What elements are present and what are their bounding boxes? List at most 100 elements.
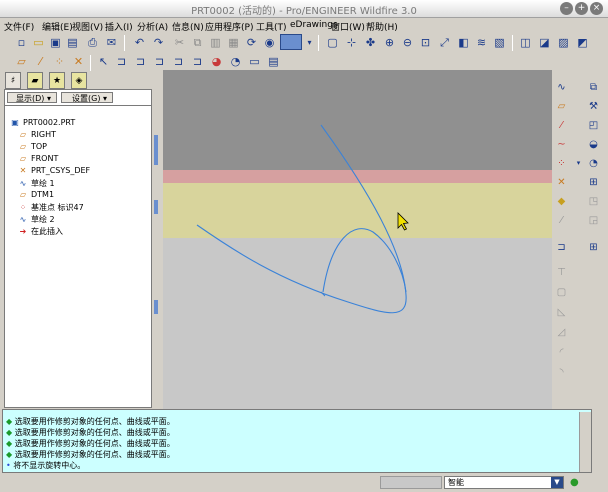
datum-plane-icon: ▱ xyxy=(19,130,27,139)
cut-icon[interactable]: ✂ xyxy=(172,35,187,50)
offset-tool-icon[interactable]: ◳ xyxy=(586,194,601,209)
hidden-line-icon[interactable]: ◪ xyxy=(537,35,552,50)
maximize-button[interactable]: + xyxy=(575,2,588,15)
datum-axis-tool-icon[interactable]: ⁄ xyxy=(554,118,569,133)
wireframe-icon[interactable]: ◫ xyxy=(518,35,533,50)
copy-icon[interactable]: ⧉ xyxy=(190,35,205,50)
regenerate-icon[interactable]: ⟳ xyxy=(244,35,259,50)
chamfer-tool-icon[interactable]: ◝ xyxy=(554,365,569,380)
chevron-down-icon[interactable]: ▾ xyxy=(302,35,317,50)
tree-item-datum-point[interactable]: ⁘ 基准点 标识47 xyxy=(17,202,84,213)
navigator-sash[interactable] xyxy=(152,70,162,410)
datum-plane-display-icon[interactable]: ▱ xyxy=(14,54,29,69)
new-icon[interactable]: ▫ xyxy=(14,35,29,50)
rib-tool-icon[interactable]: ◺ xyxy=(554,305,569,320)
model-tree-tab[interactable]: ♯ xyxy=(5,72,21,89)
tree-item-sketch-2[interactable]: ∿ 草绘 2 xyxy=(17,214,55,225)
copy-tool-icon[interactable]: ⧉ xyxy=(586,80,601,95)
folder-browser-tab[interactable]: ▰ xyxy=(27,72,43,89)
layers-icon[interactable]: ≋ xyxy=(474,35,489,50)
tree-item-dtm1[interactable]: ▱ DTM1 xyxy=(17,190,54,199)
close-button[interactable]: × xyxy=(590,2,603,15)
tree-item-insert-here[interactable]: ➔ 在此插入 xyxy=(17,226,63,237)
orient-mode-icon[interactable]: ✤ xyxy=(363,35,378,50)
tree-item-top[interactable]: ▱ TOP xyxy=(17,142,47,151)
mirror-tool-icon[interactable]: ⚒ xyxy=(586,99,601,114)
view-manager-icon[interactable]: ▧ xyxy=(492,35,507,50)
intersect-tool-icon[interactable]: ◔ xyxy=(586,156,601,171)
save-icon[interactable]: ▣ xyxy=(48,35,63,50)
shell-tool-icon[interactable]: ▢ xyxy=(554,285,569,300)
scene-icon[interactable]: ▭ xyxy=(247,54,262,69)
model-tree-settings-icon[interactable]: ⊐ xyxy=(114,54,129,69)
tree-item-csys[interactable]: ✕ PRT_CSYS_DEF xyxy=(17,166,91,175)
shading-icon[interactable]: ◩ xyxy=(575,35,590,50)
sketch-arc[interactable] xyxy=(322,228,407,293)
datum-axis-display-icon[interactable]: ⁄ xyxy=(33,54,48,69)
trim-icon[interactable]: ⊐ xyxy=(171,54,186,69)
draft-tool-icon[interactable]: ◿ xyxy=(554,325,569,340)
selection-filter-button[interactable] xyxy=(280,34,302,50)
render-icon[interactable]: ◔ xyxy=(228,54,243,69)
favorites-tab[interactable]: ★ xyxy=(49,72,65,89)
project-tool-icon[interactable]: ⊞ xyxy=(586,175,601,190)
csys-display-icon[interactable]: ✕ xyxy=(71,54,86,69)
send-mail-icon[interactable]: ✉ xyxy=(104,35,119,50)
round-tool-icon[interactable]: ◜ xyxy=(554,345,569,360)
tree-item-sketch-1[interactable]: ∿ 草绘 1 xyxy=(17,178,55,189)
graphics-window[interactable] xyxy=(163,70,552,410)
settings-dropdown[interactable]: 设置(G) ▾ xyxy=(61,92,113,103)
tree-item-right[interactable]: ▱ RIGHT xyxy=(17,130,56,139)
print-icon[interactable]: ⎙ xyxy=(85,35,100,50)
repaint-icon[interactable]: ▢ xyxy=(325,35,340,50)
sketch-icon[interactable]: ⊐ xyxy=(133,54,148,69)
sketched-curve-tool-icon[interactable]: ∼ xyxy=(554,137,569,152)
toolbar-separator xyxy=(318,35,319,51)
zoom-in-icon[interactable]: ⊕ xyxy=(382,35,397,50)
trim-tool-icon[interactable]: ◒ xyxy=(586,137,601,152)
insert-arrow-icon: ➔ xyxy=(19,227,27,236)
prompt-icon: ◆ xyxy=(6,417,13,426)
sketch-tool-icon[interactable]: ⊐ xyxy=(554,240,569,255)
tree-item-front[interactable]: ▱ FRONT xyxy=(17,154,58,163)
reorient-icon[interactable]: ⤢ xyxy=(437,35,452,50)
extend-icon[interactable]: ⊐ xyxy=(190,54,205,69)
find-icon[interactable]: ◉ xyxy=(262,35,277,50)
traffic-light-icon[interactable]: ● xyxy=(570,476,582,489)
save-copy-icon[interactable]: ▤ xyxy=(65,35,80,50)
chevron-down-icon[interactable]: ▾ xyxy=(571,156,586,171)
hole-tool-icon[interactable]: ⊤ xyxy=(554,265,569,280)
message-scrollbar[interactable] xyxy=(579,412,591,472)
appearance-icon[interactable]: ◕ xyxy=(209,54,224,69)
saved-views-icon[interactable]: ◧ xyxy=(456,35,471,50)
no-hidden-icon[interactable]: ▨ xyxy=(556,35,571,50)
spin-center-icon[interactable]: ⊹ xyxy=(344,35,359,50)
zoom-out-icon[interactable]: ⊖ xyxy=(400,35,415,50)
datum-point-icon: ⁘ xyxy=(19,203,27,212)
chevron-down-icon[interactable]: ▼ xyxy=(551,477,563,488)
undo-icon[interactable]: ↶ xyxy=(132,35,147,50)
open-icon[interactable]: ▭ xyxy=(31,35,46,50)
minimize-button[interactable]: – xyxy=(560,2,573,15)
tree-item-part[interactable]: ▣ PRT0002.PRT xyxy=(9,118,75,127)
redo-icon[interactable]: ↷ xyxy=(151,35,166,50)
room-icon[interactable]: ▤ xyxy=(266,54,281,69)
analysis-feature-icon[interactable]: ◆ xyxy=(554,194,569,209)
paste-icon[interactable]: ▥ xyxy=(208,35,223,50)
datum-plane-tool-icon[interactable]: ▱ xyxy=(554,99,569,114)
context-help-icon[interactable]: ↖ xyxy=(96,54,111,69)
thicken-tool-icon[interactable]: ⁄ xyxy=(554,213,569,228)
solidify-tool-icon[interactable]: ◲ xyxy=(586,213,601,228)
merge-tool-icon[interactable]: ◰ xyxy=(586,118,601,133)
paste-special-icon[interactable]: ▦ xyxy=(226,35,241,50)
csys-tool-icon[interactable]: ✕ xyxy=(554,175,569,190)
connections-tab[interactable]: ◈ xyxy=(71,72,87,89)
datum-curve-tool-icon[interactable]: ∿ xyxy=(554,80,569,95)
filter-select[interactable]: 智能 ▼ xyxy=(444,476,564,489)
datum-point-tool-icon[interactable]: ⁘ xyxy=(554,156,569,171)
datum-curve-icon[interactable]: ⊐ xyxy=(152,54,167,69)
pattern-tool-icon[interactable]: ⊞ xyxy=(586,240,601,255)
refit-icon[interactable]: ⊡ xyxy=(418,35,433,50)
datum-point-display-icon[interactable]: ⁘ xyxy=(52,54,67,69)
show-dropdown[interactable]: 显示(D) ▾ xyxy=(7,92,57,103)
